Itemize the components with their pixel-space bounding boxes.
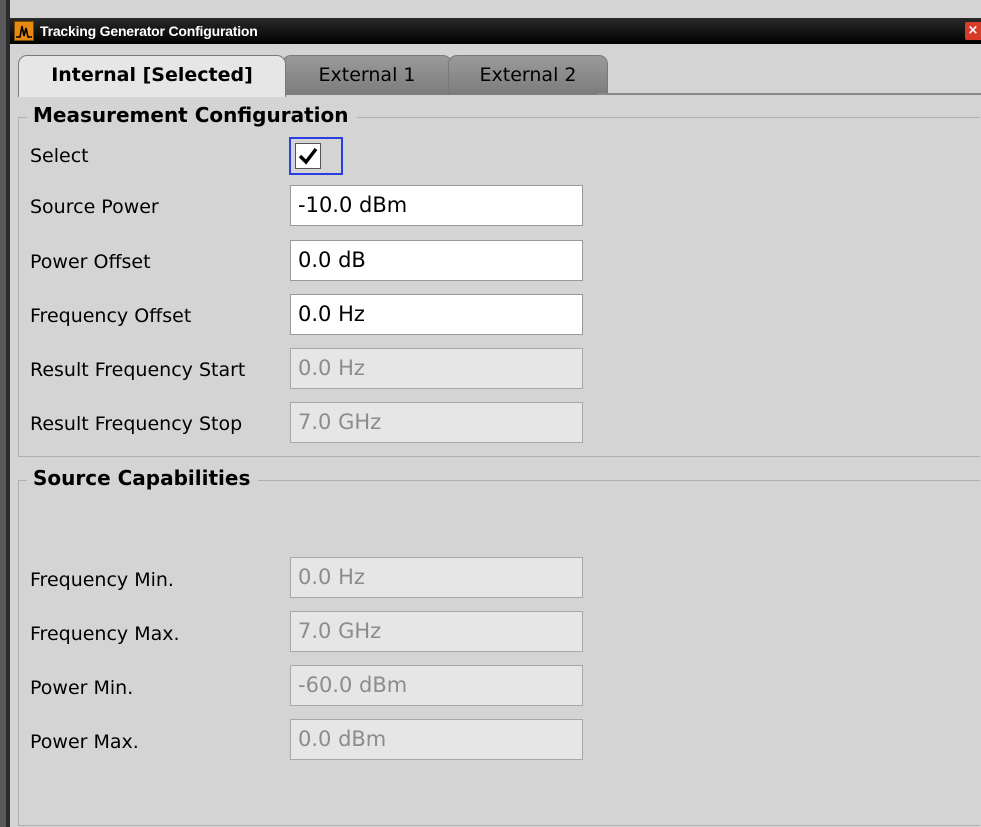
power-offset-label: Power Offset bbox=[30, 251, 151, 273]
power-max-label: Power Max. bbox=[30, 731, 139, 753]
result-frequency-start-field: 0.0 Hz bbox=[290, 348, 583, 389]
power-min-field: -60.0 dBm bbox=[290, 665, 583, 706]
frequency-max-label: Frequency Max. bbox=[30, 623, 180, 645]
tab-external-1[interactable]: External 1 bbox=[282, 55, 452, 95]
tab-divider bbox=[597, 93, 981, 95]
power-offset-input[interactable]: 0.0 dB bbox=[290, 240, 583, 281]
source-capabilities-group: Source Capabilities bbox=[18, 466, 980, 826]
tab-internal[interactable]: Internal [Selected] bbox=[18, 55, 286, 97]
select-checkbox[interactable] bbox=[295, 143, 321, 169]
checkmark-icon bbox=[298, 147, 318, 165]
source-power-label: Source Power bbox=[30, 196, 159, 218]
close-icon[interactable]: × bbox=[965, 22, 981, 40]
window-left-border bbox=[0, 0, 10, 827]
spectrum-icon bbox=[14, 21, 34, 41]
group-title-capabilities: Source Capabilities bbox=[27, 466, 259, 490]
tab-strip: Internal [Selected] External 1 External … bbox=[10, 44, 981, 97]
result-frequency-start-label: Result Frequency Start bbox=[30, 359, 246, 381]
power-max-field: 0.0 dBm bbox=[290, 719, 583, 760]
source-power-input[interactable]: -10.0 dBm bbox=[290, 185, 583, 226]
title-bar[interactable]: Tracking Generator Configuration × bbox=[10, 18, 981, 44]
frequency-min-field: 0.0 Hz bbox=[290, 557, 583, 598]
group-title-measurement: Measurement Configuration bbox=[27, 103, 357, 127]
result-frequency-stop-field: 7.0 GHz bbox=[290, 402, 583, 443]
window-title: Tracking Generator Configuration bbox=[40, 23, 258, 39]
frequency-max-field: 7.0 GHz bbox=[290, 611, 583, 652]
tracking-generator-dialog: Tracking Generator Configuration × Inter… bbox=[0, 0, 981, 827]
frequency-offset-label: Frequency Offset bbox=[30, 305, 192, 327]
tab-external-2[interactable]: External 2 bbox=[448, 55, 608, 95]
select-label: Select bbox=[30, 145, 89, 167]
frequency-min-label: Frequency Min. bbox=[30, 569, 174, 591]
frequency-offset-input[interactable]: 0.0 Hz bbox=[290, 294, 583, 335]
power-min-label: Power Min. bbox=[30, 677, 134, 699]
select-checkbox-focus[interactable] bbox=[289, 137, 343, 175]
result-frequency-stop-label: Result Frequency Stop bbox=[30, 413, 243, 435]
